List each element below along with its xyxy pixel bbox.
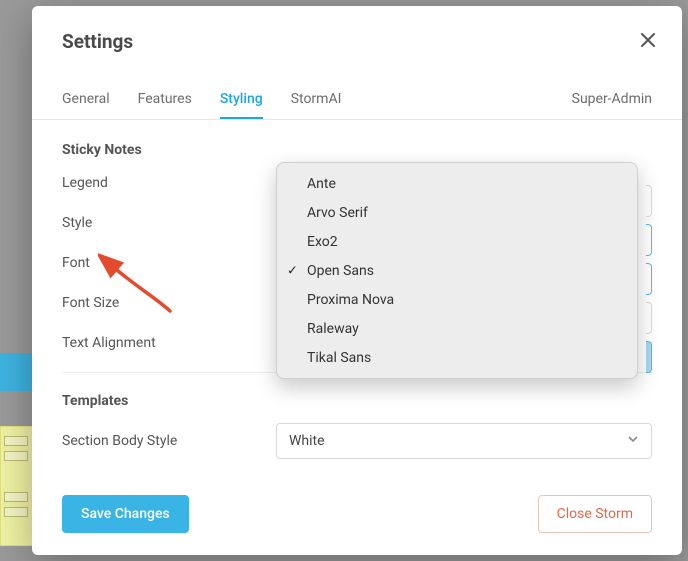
font-option-label: Arvo Serif: [307, 205, 368, 221]
label-section-body-style: Section Body Style: [62, 433, 276, 449]
tab-features[interactable]: Features: [138, 81, 192, 119]
background-card: [4, 436, 28, 446]
modal-header: Settings: [32, 6, 682, 63]
font-option-label: Exo2: [307, 234, 338, 250]
style-control-peek[interactable]: [646, 224, 652, 256]
label-font-size: Font Size: [62, 295, 276, 311]
tab-general[interactable]: General: [62, 81, 110, 119]
close-storm-button[interactable]: Close Storm: [538, 495, 652, 533]
background-card: [4, 451, 28, 461]
font-option-label: Raleway: [307, 321, 359, 337]
font-option-raleway[interactable]: Raleway: [277, 314, 637, 343]
row-section-body-style: Section Body Style White: [62, 423, 652, 459]
font-option-arvo-serif[interactable]: Arvo Serif: [277, 198, 637, 227]
modal-title: Settings: [62, 30, 652, 53]
background-blue-panel: [0, 353, 32, 391]
background-card: [4, 492, 28, 502]
font-option-label: Open Sans: [307, 263, 374, 279]
close-icon[interactable]: [636, 28, 660, 52]
font-option-open-sans[interactable]: ✓ Open Sans: [277, 256, 637, 285]
label-text-alignment: Text Alignment: [62, 335, 276, 351]
section-heading-templates: Templates: [62, 393, 652, 409]
font-option-ante[interactable]: Ante: [277, 169, 637, 198]
font-option-label: Tikal Sans: [307, 350, 371, 366]
font-dropdown-menu[interactable]: Ante Arvo Serif Exo2 ✓ Open Sans Proxima…: [276, 162, 638, 379]
font-option-tikal-sans[interactable]: Tikal Sans: [277, 343, 637, 372]
modal-footer: Save Changes Close Storm: [32, 479, 682, 555]
font-option-exo2[interactable]: Exo2: [277, 227, 637, 256]
save-changes-button[interactable]: Save Changes: [62, 495, 189, 533]
text-align-control-peek[interactable]: [646, 341, 652, 373]
font-size-control-peek[interactable]: [646, 302, 652, 334]
label-style: Style: [62, 215, 276, 231]
tab-styling[interactable]: Styling: [220, 81, 263, 119]
background-card: [4, 507, 28, 517]
section-heading-sticky-notes: Sticky Notes: [62, 142, 652, 158]
tabs: General Features Styling StormAI Super-A…: [32, 81, 682, 120]
font-control-peek[interactable]: [646, 263, 652, 295]
checkmark-icon: ✓: [287, 263, 298, 278]
font-option-label: Proxima Nova: [307, 292, 394, 308]
tab-stormai[interactable]: StormAI: [291, 81, 342, 119]
legend-control-peek[interactable]: [646, 185, 652, 217]
section-body-style-value: White: [289, 433, 325, 449]
tab-super-admin[interactable]: Super-Admin: [572, 81, 652, 119]
chevron-down-icon: [627, 433, 639, 449]
section-body-style-select[interactable]: White: [276, 423, 652, 459]
label-legend: Legend: [62, 175, 276, 191]
font-option-label: Ante: [307, 176, 336, 192]
label-font: Font: [62, 255, 276, 271]
font-option-proxima-nova[interactable]: Proxima Nova: [277, 285, 637, 314]
